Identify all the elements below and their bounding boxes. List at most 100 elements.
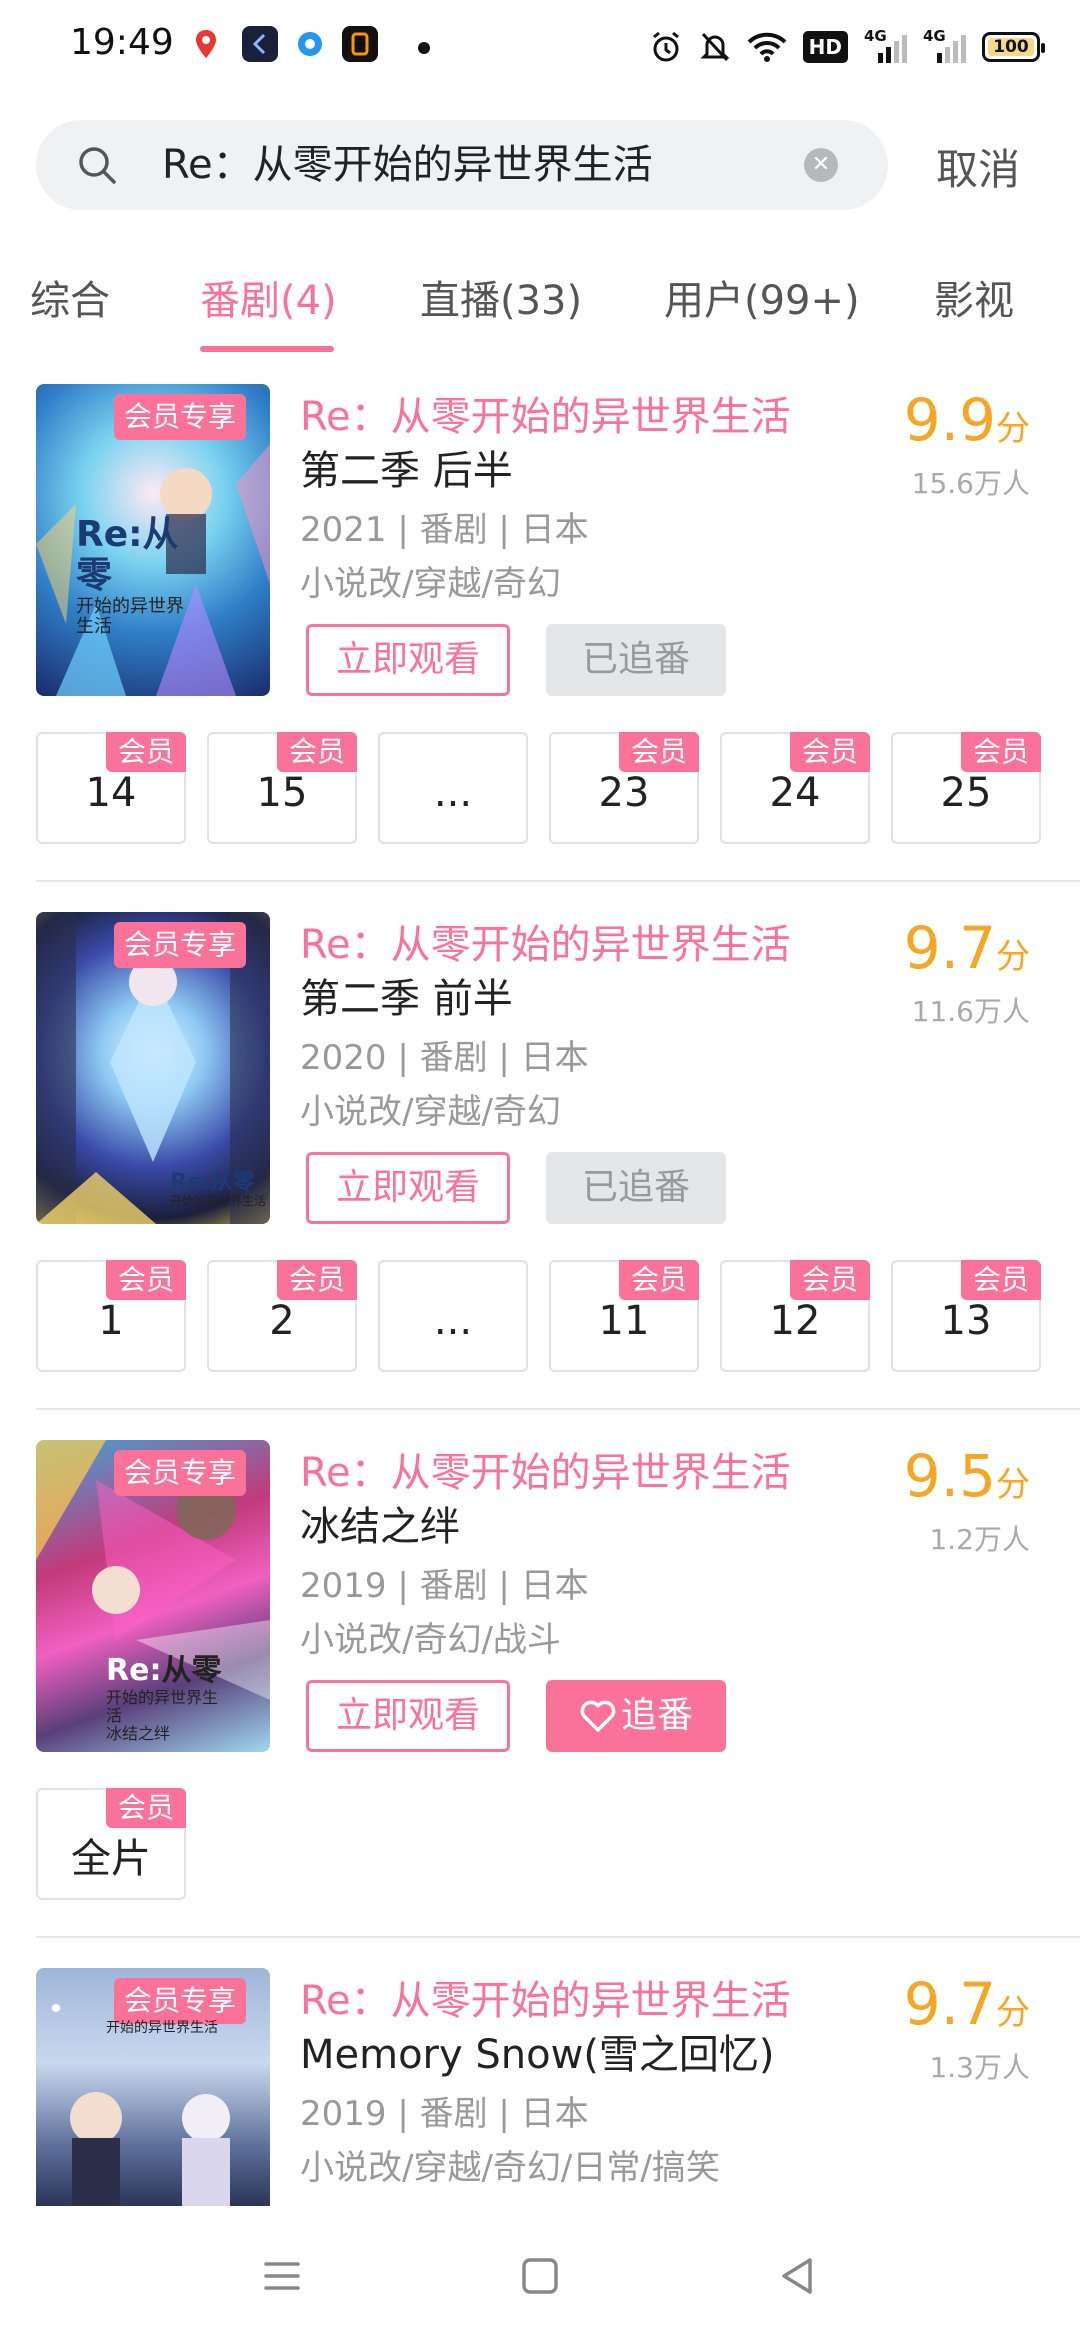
- result-tags: 小说改/奇幻/战斗: [300, 1620, 561, 1660]
- followed-button[interactable]: 已追番: [546, 624, 726, 696]
- vip-badge: 会员: [105, 1260, 186, 1300]
- result-title[interactable]: Re：从零开始的异世界生活: [300, 1968, 791, 2026]
- episode-number: 15: [256, 770, 308, 816]
- episode-number: 1: [98, 1298, 124, 1344]
- tab-film[interactable]: 影视: [934, 268, 1014, 326]
- divider: [36, 1408, 1080, 1410]
- poster-logo-line: 开始的异世界生活: [106, 2020, 218, 2036]
- episode-button[interactable]: 会员 12: [720, 1260, 870, 1372]
- browser-app-icon: [292, 26, 328, 62]
- result-card[interactable]: 会员专享 Re:从零 开始的异世界生活 Re：从零开始的异世界生活 第二季 前半…: [0, 912, 1080, 1382]
- back-app-icon: [242, 26, 278, 62]
- hd-badge: HD: [802, 31, 848, 63]
- score-unit: 分: [996, 937, 1030, 977]
- episode-number: 全片: [71, 1836, 151, 1882]
- episode-button[interactable]: 会员 13: [891, 1260, 1041, 1372]
- search-query[interactable]: Re：从零开始的异世界生活: [162, 142, 653, 188]
- episode-number: ...: [433, 770, 473, 816]
- score: 9.7分: [904, 914, 1030, 982]
- vip-badge: 会员: [960, 1260, 1041, 1300]
- poster-logo-sub: 冰结之绊: [106, 1724, 171, 1744]
- followed-button[interactable]: 已追番: [546, 1152, 726, 1224]
- result-subtitle[interactable]: 第二季 前半: [300, 966, 513, 1024]
- score-value: 9.7: [903, 1970, 996, 2038]
- result-title[interactable]: Re：从零开始的异世界生活: [300, 912, 791, 970]
- result-subtitle[interactable]: 冰结之绊: [300, 1494, 460, 1552]
- score-value: 9.7: [903, 914, 996, 982]
- result-card[interactable]: 会员专享 Re:从零 开始的异世界生活 Re：从零开始的异世界生活 第二季 后半…: [0, 384, 1080, 854]
- episode-button[interactable]: 会员 23: [549, 732, 699, 844]
- episode-number: ...: [433, 1298, 473, 1344]
- score: 9.7分: [904, 1970, 1030, 2038]
- result-subtitle[interactable]: 第二季 后半: [300, 438, 513, 496]
- episode-list: 会员 全片: [36, 1788, 1044, 1900]
- episode-button[interactable]: 会员 11: [549, 1260, 699, 1372]
- status-time: 19:49: [70, 22, 174, 63]
- result-meta: 2021 | 番剧 | 日本: [300, 510, 589, 550]
- rating-count: 1.3万人: [929, 2051, 1030, 2084]
- vip-badge: 会员: [789, 1260, 870, 1300]
- score-value: 9.9: [903, 386, 996, 454]
- episode-button[interactable]: 会员 15: [207, 732, 357, 844]
- watch-now-button[interactable]: 立即观看: [306, 624, 510, 696]
- clear-icon[interactable]: ✕: [804, 148, 838, 182]
- active-tab-indicator: [200, 346, 334, 352]
- poster-logo-big: 从零: [161, 1653, 222, 1688]
- episode-number: 23: [598, 770, 650, 816]
- result-title[interactable]: Re：从零开始的异世界生活: [300, 1440, 791, 1498]
- cancel-button[interactable]: 取消: [936, 136, 1020, 197]
- episode-number: 25: [940, 770, 992, 816]
- result-tabs: 综合 番剧(4) 直播(33) 用户(99+) 影视: [0, 262, 1080, 358]
- poster-logo-line: 开始的异世界生活: [106, 1687, 219, 1725]
- watch-now-button[interactable]: 立即观看: [306, 1152, 510, 1224]
- follow-label: 追番: [620, 1695, 693, 1736]
- status-bar: 19:49 HD 4G 4G 100: [0, 0, 1080, 96]
- back-icon[interactable]: [768, 2246, 828, 2306]
- poster-logo-line: 开始的异世界生活: [170, 1194, 267, 1209]
- score: 9.5分: [904, 1442, 1030, 1510]
- tab-comprehensive[interactable]: 综合: [30, 268, 110, 326]
- poster-image[interactable]: 会员专享 Re:从零 开始的异世界生活 冰结之绊: [36, 1440, 270, 1752]
- heart-icon: [580, 1700, 616, 1732]
- episode-button[interactable]: 会员 全片: [36, 1788, 186, 1900]
- tab-live[interactable]: 直播(33): [420, 268, 582, 326]
- home-icon[interactable]: [510, 2246, 570, 2306]
- vip-badge: 会员: [789, 732, 870, 772]
- episode-number: 24: [769, 770, 821, 816]
- tab-users[interactable]: 用户(99+): [664, 268, 860, 326]
- menu-icon[interactable]: [252, 2246, 312, 2306]
- search-input[interactable]: Re：从零开始的异世界生活 ✕: [36, 120, 888, 210]
- signal-2-icon: 4G: [923, 27, 966, 63]
- poster-image[interactable]: 会员专享 Re:从零 开始的异世界生活: [36, 384, 270, 696]
- mute-bell-icon: [700, 32, 730, 62]
- result-title[interactable]: Re：从零开始的异世界生活: [300, 384, 791, 442]
- result-subtitle[interactable]: Memory Snow(雪之回忆): [300, 2022, 775, 2080]
- alarm-icon: [652, 31, 679, 62]
- follow-button[interactable]: 追番: [546, 1680, 726, 1752]
- vip-badge: 会员: [960, 732, 1041, 772]
- rating-count: 15.6万人: [911, 467, 1030, 500]
- episode-more-button[interactable]: ...: [378, 1260, 528, 1372]
- result-card[interactable]: 会员专享 Re:从零 开始的异世界生活 冰结之绊 Re：从零开始的异世界生活 冰…: [0, 1440, 1080, 1910]
- episode-button[interactable]: 会员 14: [36, 732, 186, 844]
- episode-list: 会员 1 会员 2 ... 会员 11 会员 12 会员 13: [36, 1260, 1044, 1372]
- poster-image[interactable]: 会员专享 开始的异世界生活: [36, 1968, 270, 2206]
- episode-button[interactable]: 会员 2: [207, 1260, 357, 1372]
- result-card[interactable]: 会员专享 开始的异世界生活 Re：从零开始的异世界生活 Memory Snow(…: [0, 1968, 1080, 2206]
- episode-button[interactable]: 会员 1: [36, 1260, 186, 1372]
- result-tags: 小说改/穿越/奇幻: [300, 564, 561, 604]
- rating-count: 11.6万人: [911, 995, 1030, 1028]
- battery-icon: 100: [982, 32, 1045, 62]
- episode-more-button[interactable]: ...: [378, 732, 528, 844]
- poster-logo-re: Re:: [106, 1653, 162, 1688]
- tab-anime[interactable]: 番剧(4): [200, 268, 337, 326]
- episode-button[interactable]: 会员 25: [891, 732, 1041, 844]
- orange-app-icon: [342, 26, 378, 62]
- vip-badge: 会员: [618, 732, 699, 772]
- divider: [36, 880, 1080, 882]
- watch-now-button[interactable]: 立即观看: [306, 1680, 510, 1752]
- network-1-label: 4G: [864, 27, 887, 45]
- wifi-icon: [747, 32, 787, 62]
- poster-image[interactable]: 会员专享 Re:从零 开始的异世界生活: [36, 912, 270, 1224]
- episode-button[interactable]: 会员 24: [720, 732, 870, 844]
